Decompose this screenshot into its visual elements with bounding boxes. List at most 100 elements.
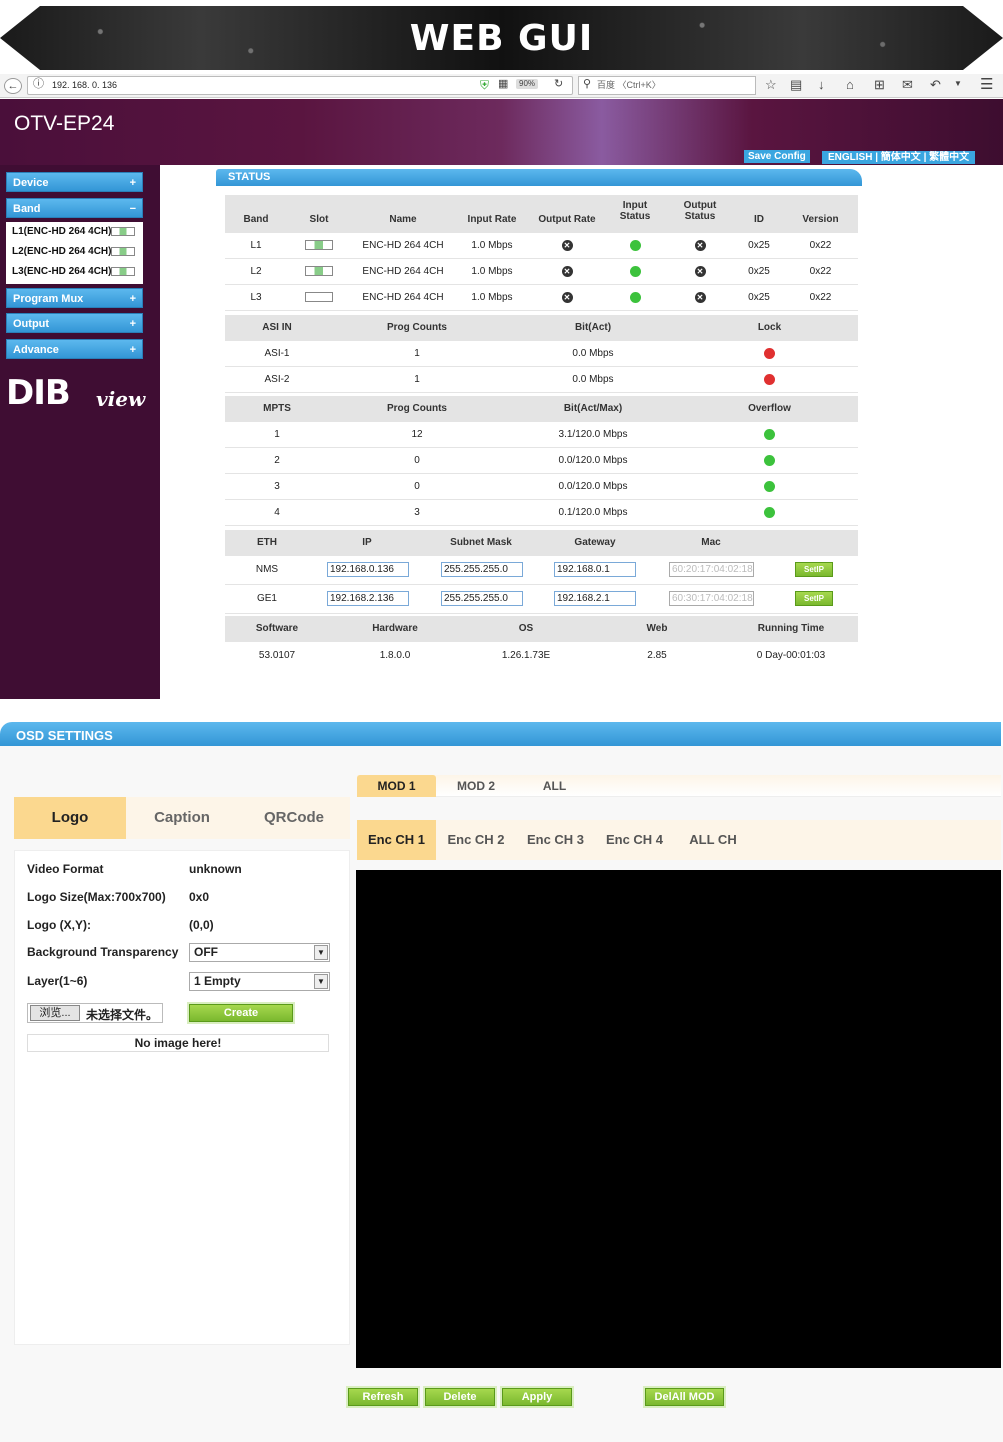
slot-icon (111, 266, 136, 276)
chat-icon[interactable]: ✉ (902, 78, 913, 91)
gateway-input[interactable]: 192.168.0.1 (554, 562, 636, 577)
tab-caption[interactable]: Caption (126, 797, 238, 839)
tab-enc-ch-3[interactable]: Enc CH 3 (516, 820, 595, 860)
setip-button[interactable]: SetIP (795, 591, 833, 606)
logo-size-value: 0x0 (189, 890, 210, 904)
shield-icon[interactable]: ⛨ (480, 79, 489, 91)
bookmark-star-icon[interactable]: ☆ (765, 78, 777, 91)
nav-advance[interactable]: Advance + (6, 339, 143, 359)
tab-enc-ch-2[interactable]: Enc CH 2 (436, 820, 516, 860)
asi-name: ASI-1 (264, 348, 290, 359)
no-image-message: No image here! (27, 1034, 329, 1052)
chevron-down-icon[interactable]: ▼ (954, 80, 962, 88)
status-section-title: STATUS (216, 169, 862, 186)
mpts-row: 2 0 0.0/120.0 Mbps (225, 448, 858, 474)
nav-output[interactable]: Output + (6, 313, 143, 333)
mpts-bit: 3.1/120.0 Mbps (558, 429, 628, 440)
gateway-input[interactable]: 192.168.2.1 (554, 591, 636, 606)
eth-header-row: ETH IP Subnet Mask Gateway Mac (225, 530, 858, 556)
tab-all-ch[interactable]: ALL CH (674, 820, 752, 860)
delete-button[interactable]: Delete (425, 1388, 495, 1406)
band-version: 0x22 (809, 266, 832, 277)
subnet-input[interactable]: 255.255.255.0 (441, 562, 523, 577)
layer-select[interactable]: 1 Empty ▼ (189, 972, 330, 991)
asi-prog: 1 (414, 348, 420, 359)
ip-input[interactable]: 192.168.2.136 (327, 591, 409, 606)
apply-button[interactable]: Apply (502, 1388, 572, 1406)
search-box[interactable]: ⚲ 百度 〈Ctrl+K〉 (578, 76, 756, 95)
slot-icon (111, 226, 136, 236)
language-selector[interactable]: ENGLISH | 簡体中文 | 繁體中文 (822, 151, 976, 164)
crop-icon[interactable]: ⊞ (874, 78, 885, 91)
nav-program-mux[interactable]: Program Mux + (6, 288, 143, 308)
col-web: Web (646, 623, 668, 634)
band-name: ENC-HD 264 4CH (362, 240, 444, 251)
video-preview[interactable] (356, 870, 1001, 1368)
create-button[interactable]: Create (189, 1004, 293, 1022)
tab-logo[interactable]: Logo (14, 797, 126, 839)
nav-device[interactable]: Device + (6, 172, 143, 192)
band-item-l2[interactable]: L2(ENC-HD 264 4CH) (12, 246, 136, 257)
error-icon: ✕ (529, 266, 605, 277)
col-asi-in: ASI IN (262, 322, 292, 333)
delall-mod-button[interactable]: DelAll MOD (645, 1388, 724, 1406)
band-submenu: L1(ENC-HD 264 4CH) L2(ENC-HD 264 4CH) L3… (6, 222, 143, 284)
col-software: Software (255, 623, 299, 634)
tab-enc-ch-4[interactable]: Enc CH 4 (595, 820, 674, 860)
banner: WEB GUI (0, 0, 1003, 75)
os-version: 1.26.1.73E (501, 650, 551, 661)
tab-qrcode[interactable]: QRCode (238, 797, 350, 839)
bg-transparency-select[interactable]: OFF ▼ (189, 943, 330, 962)
subnet-input[interactable]: 255.255.255.0 (441, 591, 523, 606)
col-mpts: MPTS (263, 403, 291, 414)
collapse-icon: − (129, 203, 136, 215)
logo-settings-panel: Video Format unknown Logo Size(Max:700x7… (14, 850, 350, 1345)
band-item-l3[interactable]: L3(ENC-HD 264 4CH) (12, 266, 136, 277)
file-chooser[interactable]: 浏览... 未选择文件。 (27, 1003, 163, 1023)
refresh-button[interactable]: Refresh (348, 1388, 418, 1406)
reading-list-icon[interactable]: ▤ (790, 78, 802, 91)
qr-icon[interactable]: ▦ (498, 79, 508, 90)
reload-icon[interactable]: ↻ (554, 79, 563, 90)
error-icon: ✕ (665, 240, 735, 251)
overflow-ok-icon (681, 507, 858, 521)
slot-icon (287, 292, 351, 303)
col-version: Version (802, 214, 839, 225)
band-row: L1 ENC-HD 264 4CH 1.0 Mbps ✕ ✕ 0x25 0x22 (225, 233, 858, 259)
bg-transparency-label: Background Transparency (27, 945, 179, 959)
video-format-label: Video Format (27, 862, 104, 876)
error-icon: ✕ (665, 266, 735, 277)
save-config-button[interactable]: Save Config (744, 150, 810, 163)
tab-mod-2[interactable]: MOD 2 (436, 775, 516, 797)
band-row: L2 ENC-HD 264 4CH 1.0 Mbps ✕ ✕ 0x25 0x22 (225, 259, 858, 285)
browse-button[interactable]: 浏览... (30, 1005, 80, 1021)
band-item-label: L2(ENC-HD 264 4CH) (12, 246, 112, 257)
expand-icon: + (129, 177, 136, 189)
software-header-row: Software Hardware OS Web Running Time (225, 616, 858, 642)
file-status: 未选择文件。 (86, 1008, 159, 1022)
asi-prog: 1 (414, 374, 420, 385)
download-icon[interactable]: ↓ (818, 78, 825, 91)
band-name: ENC-HD 264 4CH (362, 266, 444, 277)
home-icon[interactable]: ⌂ (846, 78, 854, 91)
running-time: 0 Day-00:01:03 (756, 650, 826, 661)
zoom-level[interactable]: 90% (516, 79, 539, 89)
undo-icon[interactable]: ↶ (930, 78, 941, 91)
back-icon[interactable]: ← (4, 78, 22, 94)
tab-mod-1[interactable]: MOD 1 (357, 775, 436, 797)
nav-band[interactable]: Band − (6, 198, 143, 218)
url-bar[interactable]: ⓘ 192. 168. 0. 136 ⛨ ▦ 90% ↻ (27, 76, 573, 95)
setip-button[interactable]: SetIP (795, 562, 833, 577)
mpts-row: 4 3 0.1/120.0 Mbps (225, 500, 858, 526)
band-id: L1 (250, 240, 262, 251)
ip-input[interactable]: 192.168.0.136 (327, 562, 409, 577)
sidebar: Device + Band − L1(ENC-HD 264 4CH) L2(ENC-… (0, 165, 160, 699)
band-item-l1[interactable]: L1(ENC-HD 264 4CH) (12, 226, 136, 237)
col-name: Name (389, 214, 417, 225)
tab-all-mod[interactable]: ALL (516, 775, 593, 797)
col-os: OS (518, 623, 534, 634)
tab-enc-ch-1[interactable]: Enc CH 1 (357, 820, 436, 860)
software-row: 53.0107 1.8.0.0 1.26.1.73E 2.85 0 Day-00… (225, 642, 858, 668)
menu-icon[interactable]: ☰ (980, 77, 993, 92)
layer-label: Layer(1~6) (27, 974, 88, 988)
